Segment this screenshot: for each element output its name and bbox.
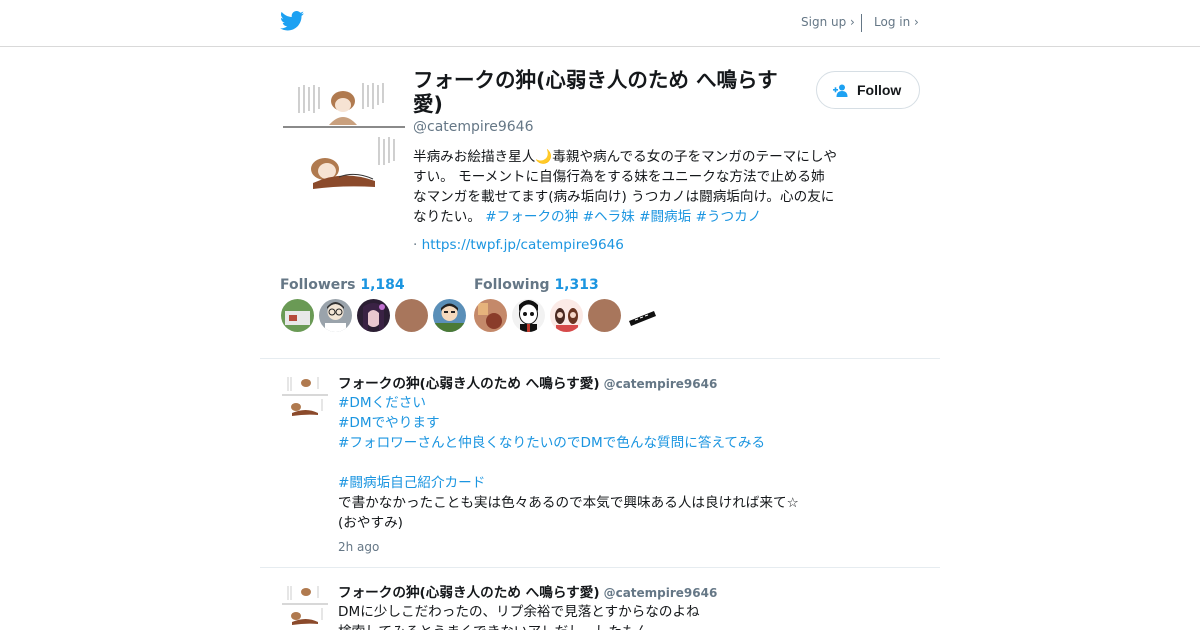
tweet-divider: [260, 567, 940, 568]
following-avatar[interactable]: [626, 299, 659, 332]
tweet-header: フォークの狆(心弱き人のため へ鳴らす愛) @catempire9646: [338, 372, 717, 392]
bio-hashtag[interactable]: #ヘラ妹: [583, 209, 635, 225]
followers-stat[interactable]: Followers 1,184: [280, 277, 405, 293]
tweet-line: で書かなかったことも実は色々あるので本気で興味ある人は良ければ来て☆: [338, 495, 799, 511]
follower-avatar[interactable]: [395, 299, 428, 332]
tweet-line: 検索してみるとうまくできないアレだし...したもん: [338, 622, 838, 630]
tweet-timestamp[interactable]: 2h ago: [338, 540, 379, 554]
bio-hashtag[interactable]: #フォークの狆: [485, 209, 578, 225]
tweet-hashtag[interactable]: #DMください: [338, 393, 838, 413]
following-avatar[interactable]: [550, 299, 583, 332]
bio-hashtag[interactable]: #うつカノ: [696, 209, 762, 225]
follow-button[interactable]: Follow: [816, 71, 920, 109]
follower-avatar[interactable]: [319, 299, 352, 332]
tweet-header: フォークの狆(心弱き人のため へ鳴らす愛) @catempire9646: [338, 581, 717, 601]
tweet-author-name[interactable]: フォークの狆(心弱き人のため へ鳴らす愛): [338, 585, 600, 601]
follower-avatar[interactable]: [433, 299, 466, 332]
tweet-author-handle[interactable]: @catempire9646: [604, 586, 718, 600]
tweet-author-handle[interactable]: @catempire9646: [604, 377, 718, 391]
section-divider: [260, 358, 940, 359]
followers-label: Followers: [280, 277, 356, 293]
profile-avatar[interactable]: [283, 73, 405, 195]
signup-link[interactable]: Sign up ›: [801, 15, 855, 29]
follow-button-label: Follow: [857, 82, 902, 98]
profile-handle: @catempire9646: [413, 119, 534, 135]
bio-hashtag[interactable]: #闘病垢: [639, 209, 691, 225]
following-avatar[interactable]: [474, 299, 507, 332]
tweet-line: (おやすみ): [338, 515, 403, 531]
login-link[interactable]: Log in ›: [874, 15, 919, 29]
tweet-text: #DMください #DMでやります #フォロワーさんと仲良くなりたいのでDMで色ん…: [338, 393, 838, 533]
add-person-icon: [833, 84, 848, 97]
follower-avatar[interactable]: [281, 299, 314, 332]
tweet-hashtag[interactable]: #闘病垢自己紹介カード: [338, 473, 838, 493]
following-avatars: [474, 299, 659, 332]
top-separator: [861, 14, 862, 32]
tweet-hashtag[interactable]: #フォロワーさんと仲良くなりたいのでDMで色んな質問に答えてみる: [338, 433, 838, 453]
tweet-author-name[interactable]: フォークの狆(心弱き人のため へ鳴らす愛): [338, 376, 600, 392]
following-avatar[interactable]: [512, 299, 545, 332]
tweet-line: DMに少しこだわったの、リプ余裕で見落とすからなのよね: [338, 604, 700, 620]
following-label: Following: [474, 277, 550, 293]
tweet-text: DMに少しこだわったの、リプ余裕で見落とすからなのよね 検索してみるとうまくでき…: [338, 602, 838, 630]
following-stat[interactable]: Following 1,313: [474, 277, 599, 293]
followers-count: 1,184: [360, 277, 405, 293]
profile-bio: 半病みお絵描き星人🌙毒親や病んでる女の子をマンガのテーマにしやすい。 モーメント…: [413, 147, 838, 227]
tweet-avatar[interactable]: [282, 373, 328, 419]
follower-avatar[interactable]: [357, 299, 390, 332]
followers-avatars: [281, 299, 466, 332]
following-count: 1,313: [554, 277, 599, 293]
profile-url-link[interactable]: https://twpf.jp/catempire9646: [422, 237, 624, 253]
tweet-avatar[interactable]: [282, 582, 328, 628]
following-avatar[interactable]: [588, 299, 621, 332]
url-bullet: ·: [413, 237, 418, 253]
profile-url-row: · https://twpf.jp/catempire9646: [413, 237, 624, 253]
tweet-hashtag[interactable]: #DMでやります: [338, 413, 838, 433]
top-navigation-bar: Sign up › Log in ›: [0, 0, 1200, 47]
profile-name: フォークの狆(心弱き人のため へ鳴らす愛): [413, 68, 778, 116]
twitter-bird-icon[interactable]: [280, 11, 304, 31]
